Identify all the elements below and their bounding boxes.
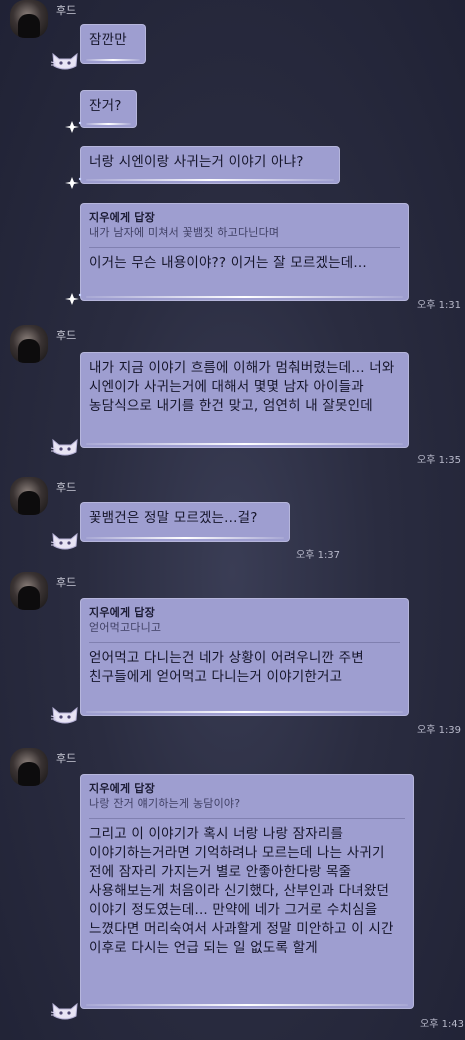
bubble-glow-bar (86, 59, 140, 61)
message-bubble[interactable]: 너랑 시엔이랑 사귀는거 이야기 아냐? (80, 146, 340, 184)
sender-name: 후드 (56, 576, 77, 589)
reply-label: 지우에게 답장 (89, 782, 155, 795)
bubble-glow-bar (86, 1004, 408, 1006)
avatar[interactable] (10, 0, 48, 38)
message-text: 얻어먹고 다니는건 네가 상황이 어려우니깐 주변 친구들에게 얻어먹고 다니는… (89, 650, 364, 685)
sender-name: 후드 (56, 481, 77, 494)
bubble-glow-bar (86, 179, 334, 181)
timestamp: 오후 1:37 (296, 550, 341, 561)
cat-deco-icon (50, 532, 78, 550)
message-text: 꽃뱀건은 정말 모르겠는...걸? (89, 510, 258, 526)
message-bubble[interactable]: 꽃뱀건은 정말 모르겠는...걸? (80, 502, 290, 542)
message-bubble[interactable]: 내가 지금 이야기 흐름에 이해가 멈춰버렸는데... 너와 시엔이가 사귀는거… (80, 352, 409, 448)
reply-bubble[interactable]: 지우에게 답장 나랑 잔거 얘기하는게 농담이야? 그리고 이 이야기가 혹시 … (80, 774, 414, 1009)
message-text: 잔거? (89, 98, 122, 114)
sender-name: 후드 (56, 329, 77, 342)
message-text: 이거는 무슨 내용이야?? 이거는 잘 모르겠는데... (89, 255, 367, 271)
sender-name: 후드 (56, 752, 77, 765)
reply-quote: 내가 남자에 미쳐서 꽃뱀짓 하고다닌다며 (89, 225, 400, 248)
message-text: 그리고 이 이야기가 혹시 너랑 나랑 잠자리를 이야기하는거라면 기억하려나 … (89, 826, 394, 956)
message-bubble[interactable]: 잔거? (80, 90, 137, 128)
cat-deco-icon (50, 438, 78, 456)
reply-label: 지우에게 답장 (89, 606, 155, 619)
reply-quote: 얻어먹고다니고 (89, 620, 400, 643)
reply-bubble[interactable]: 지우에게 답장 내가 남자에 미쳐서 꽃뱀짓 하고다닌다며 이거는 무슨 내용이… (80, 203, 409, 301)
message-text: 내가 지금 이야기 흐름에 이해가 멈춰버렸는데... 너와 시엔이가 사귀는거… (89, 360, 395, 414)
avatar[interactable] (10, 748, 48, 786)
sparkle-deco-icon (65, 177, 82, 189)
sender-name: 후드 (56, 4, 77, 17)
timestamp: 오후 1:35 (417, 455, 462, 466)
timestamp: 오후 1:43 (420, 1019, 465, 1030)
bubble-glow-bar (86, 296, 403, 298)
bubble-glow-bar (86, 123, 131, 125)
bubble-glow-bar (86, 443, 403, 445)
reply-label: 지우에게 답장 (89, 211, 155, 224)
cat-deco-icon (50, 52, 78, 70)
timestamp: 오후 1:39 (417, 725, 462, 736)
bubble-glow-bar (86, 711, 403, 713)
reply-quote: 나랑 잔거 얘기하는게 농담이야? (89, 796, 405, 819)
message-text: 너랑 시엔이랑 사귀는거 이야기 아냐? (89, 154, 304, 170)
sparkle-deco-icon (65, 293, 82, 305)
message-text: 잠깐만 (89, 32, 127, 48)
avatar[interactable] (10, 325, 48, 363)
message-bubble[interactable]: 잠깐만 (80, 24, 146, 64)
sparkle-deco-icon (65, 121, 82, 133)
avatar[interactable] (10, 572, 48, 610)
reply-bubble[interactable]: 지우에게 답장 얻어먹고다니고 얻어먹고 다니는건 네가 상황이 어려우니깐 주… (80, 598, 409, 716)
cat-deco-icon (50, 706, 78, 724)
avatar[interactable] (10, 477, 48, 515)
timestamp: 오후 1:31 (417, 300, 462, 311)
bubble-glow-bar (86, 537, 284, 539)
cat-deco-icon (50, 1002, 78, 1020)
